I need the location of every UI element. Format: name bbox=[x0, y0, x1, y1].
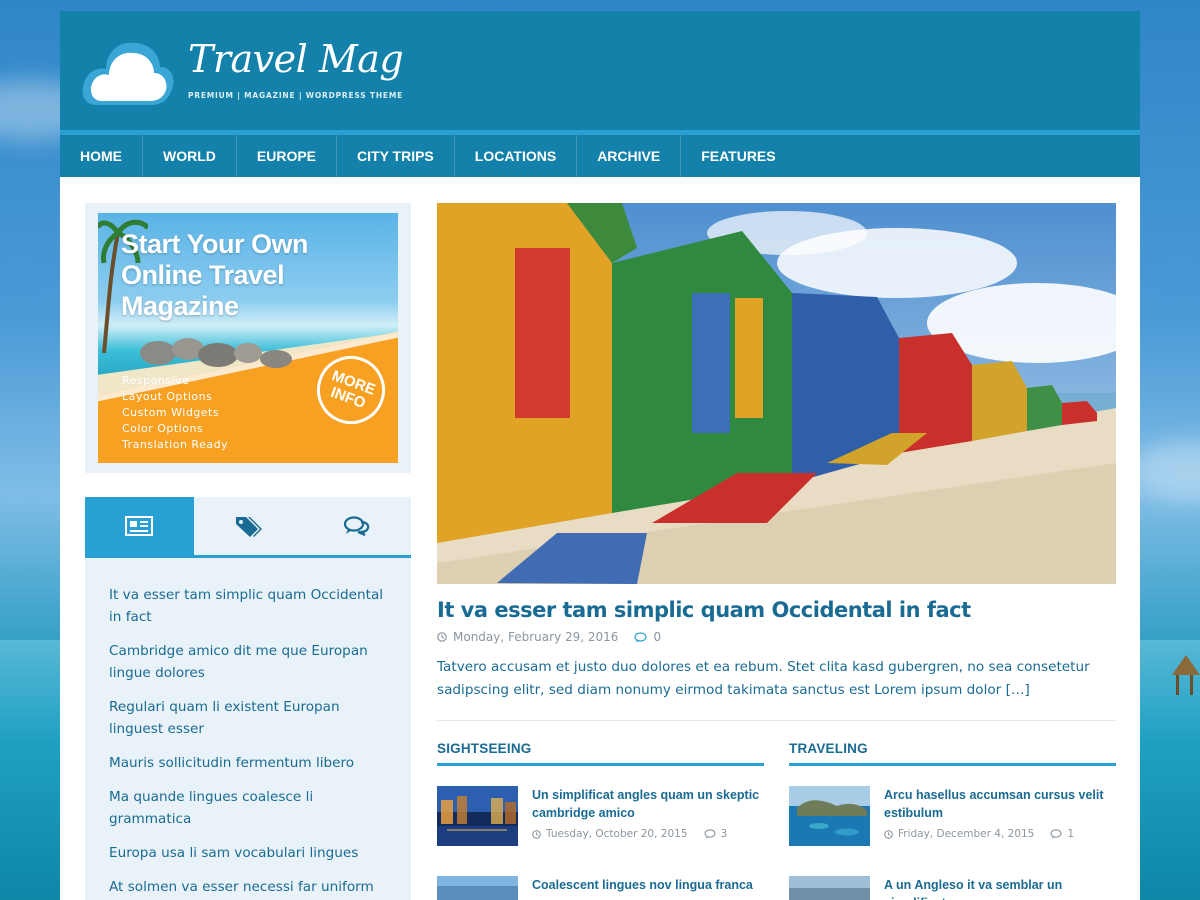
category-sightseeing: SIGHTSEEING Un simplificat angles quam u… bbox=[437, 741, 764, 900]
ad-feature: Layout Options bbox=[122, 390, 213, 403]
sidebar: Start Your Own Online Travel Magazine Re… bbox=[85, 203, 411, 900]
clock-icon bbox=[532, 829, 541, 839]
site-title[interactable]: Travel Mag bbox=[188, 37, 404, 81]
bg-hut-icon bbox=[1172, 655, 1200, 695]
post-thumbnail[interactable] bbox=[789, 786, 870, 846]
featured-post-excerpt: Tatvero accusam et justo duo dolores et … bbox=[437, 659, 1090, 698]
comment-count[interactable]: 0 bbox=[653, 630, 661, 644]
category-heading[interactable]: TRAVELING bbox=[789, 741, 1116, 766]
nav-item-city-trips[interactable]: CITY TRIPS bbox=[337, 135, 455, 177]
post-title[interactable]: Coalescent lingues nov lingua franca va bbox=[532, 876, 764, 900]
rocks-icon bbox=[140, 338, 292, 368]
nav-item-features[interactable]: FEATURES bbox=[681, 135, 795, 177]
featured-post-title[interactable]: It va esser tam simplic quam Occidental … bbox=[437, 598, 1116, 622]
comment-icon bbox=[634, 631, 648, 642]
category-heading[interactable]: SIGHTSEEING bbox=[437, 741, 764, 766]
category-post: Un simplificat angles quam un skeptic ca… bbox=[437, 786, 764, 846]
ad-feature: Custom Widgets bbox=[122, 406, 220, 419]
category-post: A un Angleso it va semblar un simplifica… bbox=[789, 876, 1116, 900]
post-thumbnail[interactable] bbox=[437, 786, 518, 846]
clock-icon bbox=[884, 829, 893, 839]
comment-count[interactable]: 3 bbox=[721, 828, 728, 840]
post-title[interactable]: Arcu hasellus accumsan cursus velit esti… bbox=[884, 786, 1116, 822]
ad-title-line: Magazine bbox=[121, 291, 239, 321]
main-content: It va esser tam simplic quam Occidental … bbox=[437, 203, 1116, 900]
list-item[interactable]: Regulari quam li existent Europan lingue… bbox=[109, 696, 387, 740]
post-thumbnail[interactable] bbox=[789, 876, 870, 900]
list-item[interactable]: It va esser tam simplic quam Occidental … bbox=[109, 584, 387, 628]
tags-icon bbox=[236, 517, 262, 537]
nav-item-world[interactable]: WORLD bbox=[143, 135, 237, 177]
post-body: Un simplificat angles quam un skeptic ca… bbox=[532, 786, 764, 846]
nav-item-locations[interactable]: LOCATIONS bbox=[455, 135, 578, 177]
divider bbox=[437, 720, 1116, 721]
ad-title: Start Your Own Online Travel Magazine bbox=[121, 229, 309, 322]
nav-item-home[interactable]: HOME bbox=[60, 135, 143, 177]
ad-feature: Translation Ready bbox=[122, 438, 229, 451]
site-tagline: PREMIUM | MAGAZINE | WORDPRESS THEME bbox=[188, 91, 404, 100]
ad-feature: Color Options bbox=[122, 422, 204, 435]
post-date: Tuesday, October 20, 2015 bbox=[546, 828, 688, 840]
widget-tabs bbox=[85, 497, 411, 558]
comment-icon bbox=[703, 829, 716, 839]
ad-feature-list: Responsive Layout Options Custom Widgets… bbox=[122, 373, 228, 453]
post-meta: Tuesday, October 20, 2015 3 bbox=[532, 828, 764, 840]
tabs-widget: It va esser tam simplic quam Occidental … bbox=[85, 497, 411, 900]
list-item[interactable]: At solmen va esser necessi far uniform l… bbox=[109, 876, 387, 900]
clock-icon bbox=[437, 632, 447, 642]
ad-feature: Responsive bbox=[122, 374, 190, 387]
comments-icon bbox=[343, 516, 369, 536]
post-date: Monday, February 29, 2016 bbox=[453, 630, 619, 644]
newspaper-icon bbox=[125, 516, 154, 536]
featured-post-meta: Monday, February 29, 2016 0 bbox=[437, 630, 1116, 644]
site-header: Travel Mag PREMIUM | MAGAZINE | WORDPRES… bbox=[60, 11, 1140, 130]
category-traveling: TRAVELING Arcu hasellus accumsan cursus … bbox=[789, 741, 1116, 900]
category-sections: SIGHTSEEING Un simplificat angles quam u… bbox=[437, 741, 1116, 900]
nav-item-archive[interactable]: ARCHIVE bbox=[577, 135, 682, 177]
nav-item-europe[interactable]: EUROPE bbox=[237, 135, 338, 177]
post-title[interactable]: A un Angleso it va semblar un simplifica… bbox=[884, 876, 1116, 900]
featured-image[interactable] bbox=[437, 203, 1116, 584]
ad-title-line: Online Travel bbox=[121, 260, 285, 290]
post-title[interactable]: Un simplificat angles quam un skeptic ca… bbox=[532, 786, 764, 822]
ad-title-line: Start Your Own bbox=[121, 229, 309, 259]
tab-recent-posts[interactable] bbox=[85, 497, 194, 555]
list-item[interactable]: Ma quande lingues coalesce li grammatica bbox=[109, 786, 387, 830]
post-meta: Friday, December 4, 2015 1 bbox=[884, 828, 1116, 840]
ad-widget: Start Your Own Online Travel Magazine Re… bbox=[85, 203, 411, 473]
comment-count[interactable]: 1 bbox=[1067, 828, 1074, 840]
post-date: Friday, December 4, 2015 bbox=[898, 828, 1035, 840]
tab-tags[interactable] bbox=[194, 497, 303, 555]
tab-comments[interactable] bbox=[302, 497, 411, 555]
list-item[interactable]: Cambridge amico dit me que Europan lingu… bbox=[109, 640, 387, 684]
category-post: Coalescent lingues nov lingua franca va bbox=[437, 876, 764, 900]
category-post: Arcu hasellus accumsan cursus velit esti… bbox=[789, 786, 1116, 846]
recent-posts-list: It va esser tam simplic quam Occidental … bbox=[85, 558, 411, 900]
page-wrapper: Travel Mag PREMIUM | MAGAZINE | WORDPRES… bbox=[60, 11, 1140, 900]
post-body: Arcu hasellus accumsan cursus velit esti… bbox=[884, 786, 1116, 846]
main-nav: HOME WORLD EUROPE CITY TRIPS LOCATIONS A… bbox=[60, 135, 1140, 177]
post-body: A un Angleso it va semblar un simplifica… bbox=[884, 876, 1116, 900]
post-body: Coalescent lingues nov lingua franca va bbox=[532, 876, 764, 900]
bg-cloud bbox=[1130, 440, 1200, 500]
list-item[interactable]: Mauris sollicitudin fermentum libero bbox=[109, 752, 387, 774]
list-item[interactable]: Europa usa li sam vocabulari lingues bbox=[109, 842, 387, 864]
comment-icon bbox=[1050, 829, 1062, 839]
cloud-logo-icon[interactable] bbox=[80, 31, 176, 113]
ad-banner[interactable]: Start Your Own Online Travel Magazine Re… bbox=[98, 213, 398, 463]
post-thumbnail[interactable] bbox=[437, 876, 518, 900]
